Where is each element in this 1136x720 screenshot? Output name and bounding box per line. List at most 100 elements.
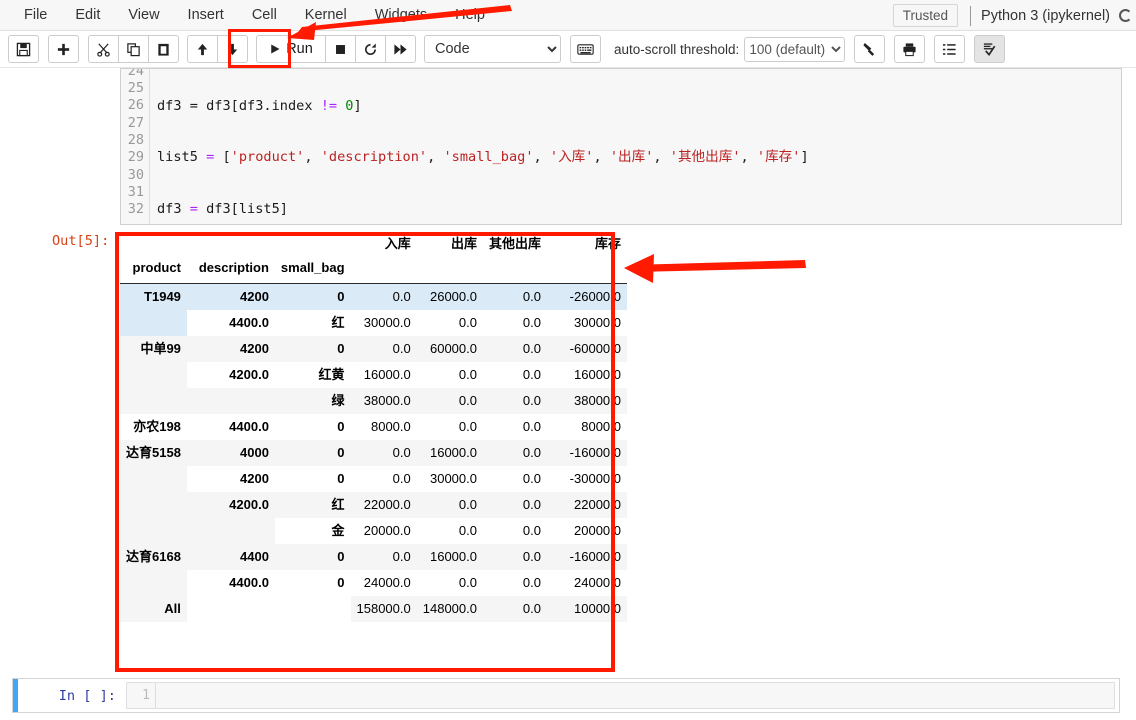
kernel-idle-indicator-icon[interactable]: [1119, 9, 1132, 22]
cell-in: 38000.0: [350, 388, 417, 414]
cell-stock: -16000.0: [547, 544, 627, 570]
save-button[interactable]: [8, 35, 39, 63]
cell-small-bag: 绿: [274, 388, 351, 414]
autoscroll-threshold-select[interactable]: 100 (default): [744, 36, 846, 62]
toolbar-group-insert: [48, 35, 79, 63]
toolbar-group-file: [8, 35, 39, 63]
cell-stock: -60000.0: [547, 336, 627, 362]
code-source-lines[interactable]: df3 = df3[df3.index != 0] list5 = ['prod…: [157, 69, 890, 224]
input-cell-empty[interactable]: In [ ]: 1: [12, 678, 1120, 713]
restart-and-run-all-button[interactable]: [385, 35, 416, 63]
cell-description: 4400: [186, 544, 275, 570]
hammer-button[interactable]: [854, 35, 886, 63]
printer-icon: [903, 42, 916, 56]
menu-item-edit[interactable]: Edit: [61, 2, 114, 28]
cell-stock: 24000.0: [574, 575, 621, 590]
cell-product: 达育5158: [120, 440, 187, 466]
cell-product: 达育6168: [120, 544, 187, 570]
cell-out: 0.0: [458, 367, 477, 382]
input-cell-text-field[interactable]: [157, 683, 1114, 708]
index-header-description: description: [198, 260, 269, 275]
input-cell-editor[interactable]: 1: [126, 682, 1115, 709]
jupyter-notebook-window: File Edit View Insert Cell Kernel Widget…: [0, 0, 1136, 720]
move-cell-up-button[interactable]: [187, 35, 218, 63]
cell-type-select[interactable]: Code: [424, 35, 561, 63]
table-of-contents-button[interactable]: [934, 35, 966, 63]
menu-item-help[interactable]: Help: [441, 2, 499, 28]
cell-other-out: 0.0: [522, 367, 541, 382]
divider: [970, 5, 972, 26]
table-row: 达育5158 4000 0 0.0 16000.0 0.0 -16000.0: [120, 440, 627, 466]
nbextensions-config-button[interactable]: [974, 35, 1006, 63]
cell-out: 0.0: [458, 419, 477, 434]
interrupt-kernel-button[interactable]: [325, 35, 356, 63]
blank-header: [120, 231, 187, 255]
cell-in: 24000.0: [363, 575, 411, 590]
cell-product: [120, 362, 187, 388]
cell-other-out: 0.0: [482, 336, 547, 362]
blank-header: [483, 255, 547, 284]
open-command-palette-button[interactable]: [570, 35, 601, 63]
line-number-gutter: 24 25 26 27 28 29 30 31 32: [121, 69, 150, 224]
cell-small-bag: 0: [274, 336, 351, 362]
cell-product: [120, 310, 187, 336]
copy-button[interactable]: [118, 35, 149, 63]
menu-item-file[interactable]: File: [10, 2, 61, 28]
dataframe-head: 入库 出库 其他出库 库存 product description small_…: [120, 231, 627, 284]
cell-stock: 38000.0: [547, 388, 627, 414]
cell-product: [120, 570, 187, 596]
cell-other-out: 0.0: [482, 544, 547, 570]
line-number: 27: [127, 115, 144, 131]
run-button-label: Run: [286, 41, 313, 57]
cell-stock: -16000.0: [547, 440, 627, 466]
table-row: 亦农198 4400.0 0 8000.0 0.0 0.0 8000.0: [120, 414, 627, 440]
menu-item-insert[interactable]: Insert: [174, 2, 238, 28]
list-numbered-icon: [943, 43, 956, 55]
cut-button[interactable]: [88, 35, 119, 63]
menu-item-kernel[interactable]: Kernel: [291, 2, 361, 28]
trusted-badge[interactable]: Trusted: [892, 4, 959, 27]
cell-in: 158000.0: [350, 596, 417, 622]
keyboard-icon: [577, 43, 594, 55]
menu-item-view[interactable]: View: [114, 2, 173, 28]
column-header-other-out: 其他出库: [488, 236, 541, 251]
menu-item-cell[interactable]: Cell: [238, 2, 291, 28]
cell-small-bag: [274, 596, 351, 622]
line-number: 29: [127, 149, 144, 165]
menu-item-widgets[interactable]: Widgets: [361, 2, 441, 28]
cell-small-bag: 0: [337, 575, 345, 590]
input-prompt: In [ ]:: [58, 687, 116, 704]
code-cell-editor[interactable]: 24 25 26 27 28 29 30 31 32 df3 = df3[df3…: [120, 68, 1122, 225]
cell-other-out: 0.0: [482, 492, 547, 518]
line-number: 28: [127, 132, 144, 148]
nbextensions-check-icon: [984, 42, 996, 56]
move-cell-down-button[interactable]: [217, 35, 248, 63]
blank-header: [547, 255, 627, 284]
cell-small-bag: 0: [337, 419, 345, 434]
cell-out: 26000.0: [416, 283, 483, 310]
autoscroll-threshold-label: auto-scroll threshold:: [614, 41, 740, 57]
cell-in: 0.0: [392, 471, 411, 486]
blank-header: [351, 255, 417, 284]
cell-stock: 10000.0: [547, 596, 627, 622]
index-header-small-bag: small_bag: [280, 260, 345, 275]
cell-other-out: 0.0: [522, 419, 541, 434]
cell-small-bag: 0: [274, 440, 351, 466]
fast-forward-icon: [394, 43, 407, 55]
cell-product: [120, 388, 187, 414]
cell-in: 0.0: [350, 544, 417, 570]
insert-cell-below-button[interactable]: [48, 35, 79, 63]
input-line-number: 1: [127, 683, 156, 708]
cell-in: 0.0: [350, 283, 417, 310]
cell-out: 0.0: [416, 492, 483, 518]
cell-out: 0.0: [416, 388, 483, 414]
run-button[interactable]: Run: [256, 35, 326, 63]
index-header-product: product: [132, 260, 181, 275]
paste-button[interactable]: [148, 35, 179, 63]
copy-icon: [127, 42, 140, 56]
play-icon: [271, 44, 280, 54]
print-preview-button[interactable]: [894, 35, 926, 63]
restart-kernel-button[interactable]: [355, 35, 386, 63]
cell-in: 0.0: [350, 336, 417, 362]
cell-out: 148000.0: [416, 596, 483, 622]
